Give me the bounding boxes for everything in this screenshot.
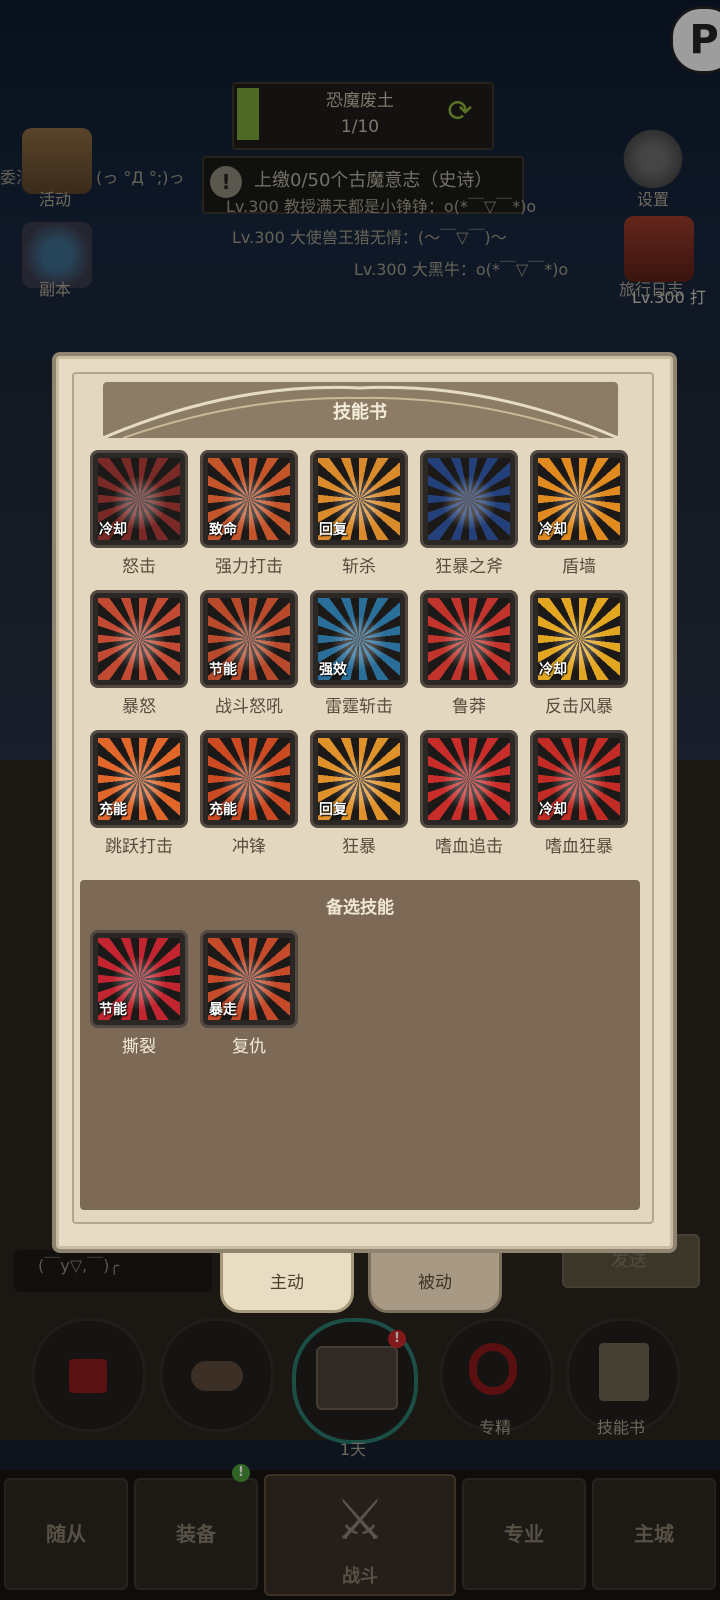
- skill-tile[interactable]: [420, 450, 518, 548]
- skill-tile[interactable]: 回复: [310, 730, 408, 828]
- skill-tile[interactable]: [420, 730, 518, 828]
- skill-name: 冲锋: [232, 837, 266, 857]
- skill-tag: 回复: [319, 522, 347, 538]
- skill-name: 复仇: [232, 1037, 266, 1057]
- skill-tile[interactable]: 充能: [90, 730, 188, 828]
- skill-tile[interactable]: 强效: [310, 590, 408, 688]
- skill-tag: 节能: [209, 662, 237, 678]
- skill-name: 嗜血狂暴: [545, 837, 613, 857]
- skill-name: 斩杀: [342, 557, 376, 577]
- skill-tile[interactable]: [420, 590, 518, 688]
- skill-tag: 致命: [209, 522, 237, 538]
- skill-tag: 回复: [319, 802, 347, 818]
- skill-tag: 节能: [99, 1002, 127, 1018]
- skill-icon: [428, 458, 510, 540]
- skill-name: 狂暴: [342, 837, 376, 857]
- skill-icon: [98, 598, 180, 680]
- skill-tile[interactable]: 冷却: [90, 450, 188, 548]
- tab-passive-skills[interactable]: 被动: [368, 1246, 502, 1313]
- skill-tile[interactable]: 暴走: [200, 930, 298, 1028]
- reserve-skills-title: 备选技能: [326, 898, 394, 918]
- skill-tile[interactable]: 充能: [200, 730, 298, 828]
- skill-tag: 冷却: [539, 802, 567, 818]
- skill-tag: 强效: [319, 662, 347, 678]
- skill-icon: [428, 598, 510, 680]
- skill-name: 鲁莽: [452, 697, 486, 717]
- skill-tag: 冷却: [99, 522, 127, 538]
- tab-active-label: 主动: [270, 1273, 304, 1293]
- skill-name: 跳跃打击: [105, 837, 173, 857]
- skill-tile[interactable]: [90, 590, 188, 688]
- skill-tile[interactable]: 致命: [200, 450, 298, 548]
- skill-name: 反击风暴: [545, 697, 613, 717]
- skill-tile[interactable]: 冷却: [530, 590, 628, 688]
- skill-name: 撕裂: [122, 1037, 156, 1057]
- skill-tile[interactable]: 节能: [200, 590, 298, 688]
- skill-tag: 充能: [209, 802, 237, 818]
- skill-name: 盾墙: [562, 557, 596, 577]
- skill-tag: 暴走: [209, 1002, 237, 1018]
- skill-name: 暴怒: [122, 697, 156, 717]
- skill-name: 怒击: [122, 557, 156, 577]
- skill-tile[interactable]: 冷却: [530, 730, 628, 828]
- skill-tag: 冷却: [539, 662, 567, 678]
- skill-tag: 充能: [99, 802, 127, 818]
- tab-active-skills[interactable]: 主动: [220, 1246, 354, 1313]
- skill-name: 强力打击: [215, 557, 283, 577]
- skill-icon: [428, 738, 510, 820]
- skill-name: 狂暴之斧: [435, 557, 503, 577]
- skill-name: 嗜血追击: [435, 837, 503, 857]
- tab-passive-label: 被动: [418, 1273, 452, 1293]
- skill-tag: 冷却: [539, 522, 567, 538]
- skill-tile[interactable]: 节能: [90, 930, 188, 1028]
- skill-name: 雷霆斩击: [325, 697, 393, 717]
- skill-tile[interactable]: 冷却: [530, 450, 628, 548]
- skill-tile[interactable]: 回复: [310, 450, 408, 548]
- popup-title: 技能书: [333, 402, 387, 423]
- skill-name: 战斗怒吼: [215, 697, 283, 717]
